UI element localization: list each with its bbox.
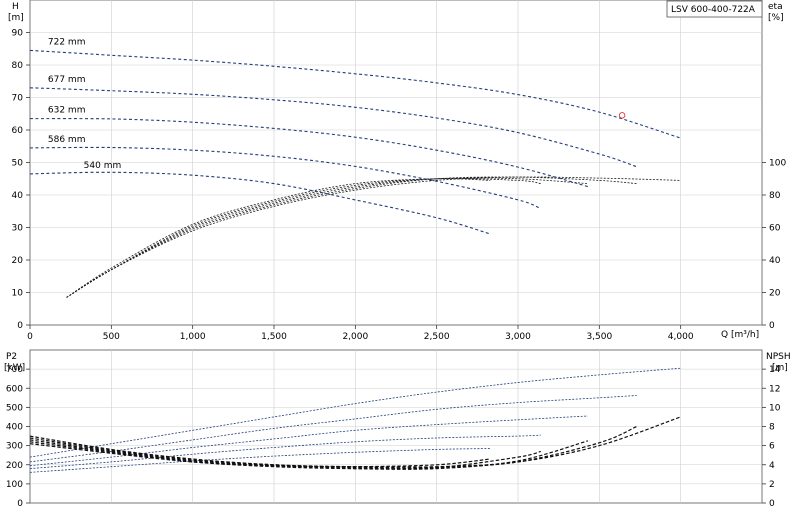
npsh-axis-label: NPSH [766, 352, 791, 362]
eta-tick-label: 80 [769, 191, 781, 201]
power-curve [29, 415, 588, 467]
npsh-tick-label: 6 [769, 442, 775, 452]
impeller-label: 540 mm [84, 161, 122, 171]
power-tick-label: 0 [17, 499, 23, 509]
npsh-axis-unit: [m] [772, 363, 788, 373]
x-tick-label: 0 [27, 332, 33, 342]
model-tag: LSV 600-400-722A [671, 5, 756, 15]
impeller-label: 722 mm [48, 37, 86, 47]
y-tick-label: 40 [12, 191, 24, 201]
impeller-label: 586 mm [48, 135, 86, 145]
power-tick-label: 100 [6, 480, 23, 490]
eta-axis-label: eta [768, 2, 783, 12]
flow-axis-label: Q [m³/h] [721, 330, 759, 340]
power-chart-grid [30, 350, 762, 503]
npsh-tick-label: 0 [769, 499, 775, 509]
efficiency-curve [66, 177, 588, 298]
power-tick-label: 600 [6, 384, 23, 394]
y-tick-label: 10 [12, 289, 24, 299]
y-tick-label: 20 [12, 256, 24, 266]
eta-tick-label: 0 [769, 321, 775, 331]
y-tick-label: 50 [12, 159, 24, 169]
power-axis-unit: [kW] [4, 363, 25, 373]
power-tick-label: 300 [6, 442, 23, 452]
npsh-tick-label: 12 [769, 384, 780, 394]
impeller-labels: 722 mm 677 mm 632 mm 586 mm 540 mm [48, 37, 121, 171]
x-tick-label: 3,000 [505, 332, 531, 342]
power-curve [29, 395, 637, 463]
eta-tick-label: 100 [769, 159, 786, 169]
power-chart-panel: 0100200300400500600700 02468101214 P2 [k… [4, 349, 791, 509]
x-tick-label: 1,500 [261, 332, 287, 342]
head-curve [29, 118, 589, 188]
power-tick-label: 500 [6, 403, 23, 413]
duty-point-marker [618, 112, 626, 119]
eta-axis-ticks: 0 20 40 60 80 100 [762, 159, 786, 331]
power-tick-label: 200 [6, 461, 23, 471]
head-chart-panel: 0 10 20 30 40 50 60 70 80 90 0 20 40 60 80 100 0 500 1,0… [8, 0, 786, 342]
y-tick-label: 30 [12, 224, 24, 234]
head-curve [29, 171, 491, 235]
head-axis-unit: [m] [8, 13, 24, 23]
impeller-label: 632 mm [48, 106, 86, 116]
eta-axis-unit: [%] [768, 13, 784, 23]
y-tick-label: 90 [12, 29, 24, 39]
eta-tick-label: 40 [769, 256, 781, 266]
x-tick-label: 1,000 [180, 332, 206, 342]
head-axis-label: H [12, 2, 19, 12]
x-tick-label: 3,500 [586, 332, 612, 342]
npsh-tick-label: 4 [769, 461, 775, 471]
eta-tick-label: 20 [769, 289, 781, 299]
pump-curve-chart: 0102030405060708090 020406080100 0 500 1,0… [4, 0, 791, 509]
eta-tick-label: 60 [769, 224, 781, 234]
y-tick-label: 0 [17, 321, 23, 331]
npsh-tick-label: 10 [769, 403, 781, 413]
power-axis-ticks: 0100200300400500600700 [6, 365, 30, 509]
y-tick-label: 60 [12, 126, 24, 136]
y-tick-label: 80 [12, 61, 24, 71]
flow-axis-ticks: 0 500 1,000 1,500 2,000 2,500 3,000 3,500 4,000 [27, 325, 694, 342]
efficiency-curve [66, 178, 491, 298]
power-tick-label: 400 [6, 423, 23, 433]
npsh-tick-label: 8 [769, 423, 775, 433]
y-tick-label: 70 [12, 94, 24, 104]
x-tick-label: 2,000 [342, 332, 368, 342]
head-chart-grid [30, 0, 762, 325]
x-tick-label: 2,500 [424, 332, 450, 342]
npsh-axis-ticks: 02468101214 [762, 365, 781, 509]
x-tick-label: 4,000 [668, 332, 694, 342]
duty-point-circle [618, 112, 626, 119]
power-axis-label: P2 [6, 352, 17, 362]
npsh-tick-label: 2 [769, 480, 775, 490]
x-tick-label: 500 [103, 332, 120, 342]
impeller-label: 677 mm [48, 75, 86, 85]
npsh-curve [29, 443, 491, 468]
head-axis-ticks: 0 10 20 30 40 50 60 70 80 90 [12, 29, 30, 331]
